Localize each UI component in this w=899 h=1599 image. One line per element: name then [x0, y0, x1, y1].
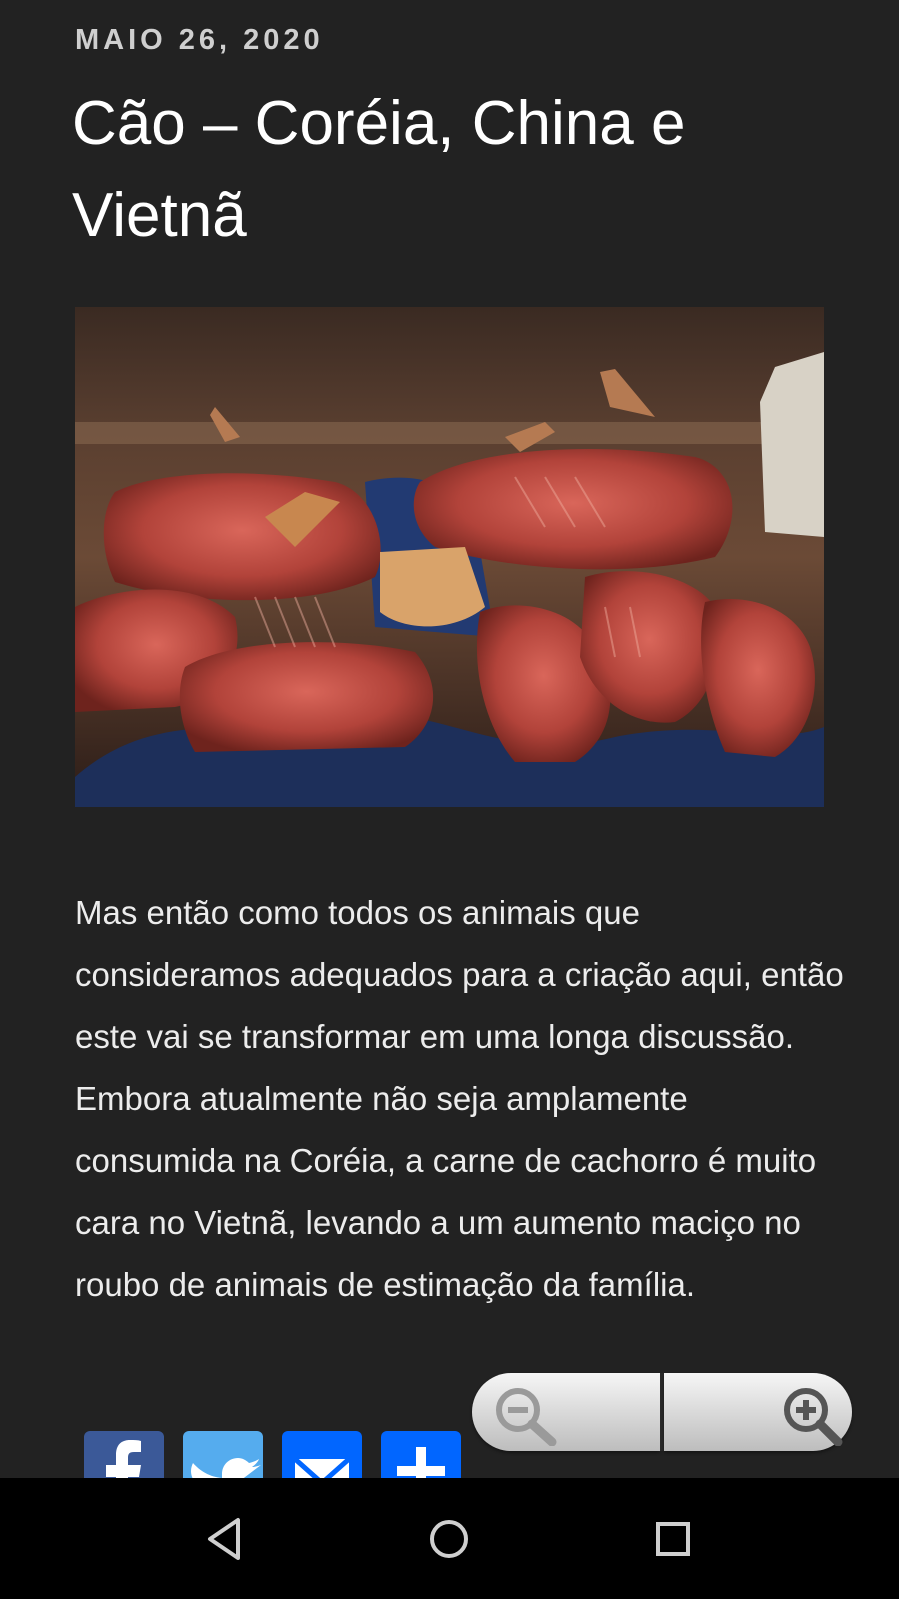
featured-image-graphic: [75, 307, 824, 807]
twitter-bird-icon: [191, 1458, 261, 1478]
facebook-share-button[interactable]: [84, 1431, 164, 1478]
twitter-share-button[interactable]: [183, 1431, 263, 1478]
featured-image: [75, 307, 824, 807]
post-body: Mas então como todos os animais que cons…: [75, 894, 844, 1303]
facebook-icon: [106, 1440, 141, 1478]
zoom-out-button[interactable]: [472, 1373, 660, 1451]
recents-button[interactable]: [638, 1504, 708, 1574]
envelope-icon: [293, 1457, 351, 1478]
home-button[interactable]: [414, 1504, 484, 1574]
article: MAIO 26, 2020 Cão – Coréia, China e Viet…: [0, 0, 899, 1478]
triangle-back-icon: [208, 1518, 240, 1560]
more-share-button[interactable]: [381, 1431, 461, 1478]
android-navigation-bar: [0, 1478, 899, 1599]
post-title: Cão – Coréia, China e Vietnã: [72, 89, 686, 250]
zoom-out-icon: [496, 1388, 557, 1446]
square-recents-icon: [656, 1522, 690, 1556]
zoom-in-icon: [784, 1388, 843, 1446]
back-button[interactable]: [190, 1504, 260, 1574]
circle-home-icon: [430, 1520, 468, 1558]
plus-icon: [397, 1447, 445, 1478]
post-date: MAIO 26, 2020: [75, 24, 324, 56]
zoom-in-button[interactable]: [664, 1373, 852, 1451]
email-share-button[interactable]: [282, 1431, 362, 1478]
zoom-control: [472, 1373, 852, 1451]
